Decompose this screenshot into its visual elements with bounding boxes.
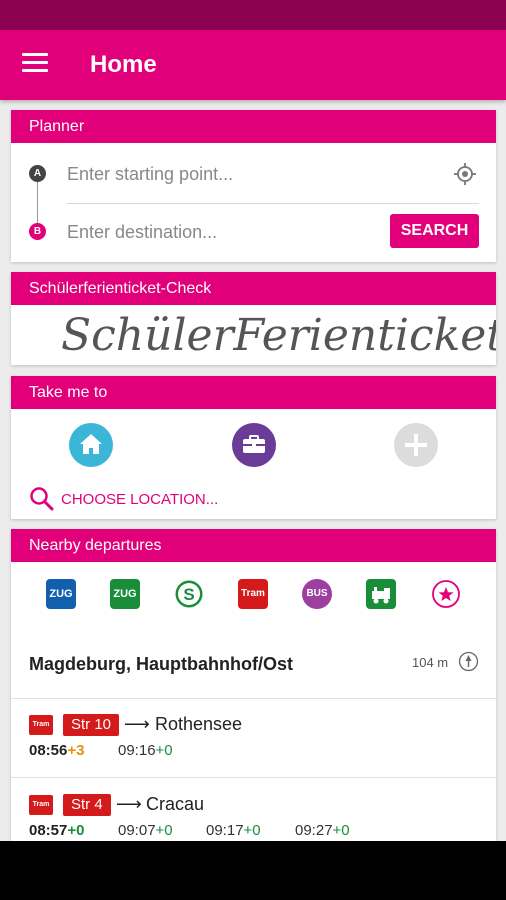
train-icon[interactable] [366, 579, 396, 609]
departure-time: 09:17+0 [206, 822, 261, 839]
marker-a-icon: A [29, 165, 46, 182]
departure-destination: Rothensee [155, 714, 243, 734]
nearby-departures-header: Nearby departures [11, 529, 496, 562]
navigation-bar [0, 841, 506, 900]
take-me-to-header: Take me to [11, 376, 496, 409]
schuelerferienticket-logo: SchülerFerienticket [61, 310, 496, 361]
nearby-departures-card: Nearby departures ZUG ZUG S Tram BUS Mag… [11, 529, 496, 841]
svg-text:S: S [183, 585, 194, 604]
line-badge: Str 4 [63, 794, 111, 816]
add-shortcut-button[interactable] [394, 423, 438, 467]
destination-input[interactable] [67, 218, 437, 246]
home-icon [80, 434, 102, 454]
divider [11, 777, 496, 778]
choose-location-label: CHOOSE LOCATION... [61, 491, 219, 508]
work-shortcut-button[interactable] [232, 423, 276, 467]
departure-row[interactable]: Tram Str 10 ⟶ Rothensee 08:56+3 09:16+0 [11, 699, 496, 777]
schuelerferienticket-header: Schülerferienticket-Check [11, 272, 496, 305]
planner-header: Planner [11, 110, 496, 143]
starting-point-input[interactable] [67, 160, 437, 188]
departure-arrow-icon: ⟶ [116, 794, 142, 814]
mode-tram-icon[interactable]: Tram [238, 579, 268, 609]
station-name[interactable]: Magdeburg, Hauptbahnhof/Ost [29, 654, 293, 675]
route-connector [37, 182, 38, 223]
briefcase-icon [243, 435, 265, 453]
status-bar [0, 0, 506, 30]
departure-arrow-icon: ⟶ [124, 714, 150, 734]
departure-row[interactable]: Tram Str 4 ⟶ Cracau 08:57+0 09:07+0 09:1… [11, 779, 496, 841]
departure-time: 08:56+3 [29, 742, 85, 759]
departure-time: 09:07+0 [118, 822, 173, 839]
planner-card: Planner A B SEARCH [11, 110, 496, 262]
marker-b-icon: B [29, 223, 46, 240]
page-title: Home [90, 51, 157, 78]
search-button[interactable]: SEARCH [390, 214, 479, 248]
mode-sbahn-icon[interactable]: S [174, 579, 204, 609]
station-distance: 104 m [412, 655, 449, 670]
tram-icon: Tram [29, 715, 53, 735]
search-icon [30, 487, 54, 511]
take-me-to-card: Take me to CHOOSE LOCATION... [11, 376, 496, 519]
schuelerferienticket-card[interactable]: Schülerferienticket-Check SchülerFerient… [11, 272, 496, 365]
star-icon[interactable] [431, 579, 461, 609]
app-bar: Home [0, 30, 506, 100]
direction-arrow-icon [458, 651, 479, 672]
input-divider [67, 203, 479, 204]
hamburger-menu-icon[interactable] [22, 53, 48, 75]
departure-time: 09:16+0 [118, 742, 173, 759]
mode-zug-regional-icon[interactable]: ZUG [46, 579, 76, 609]
tram-icon: Tram [29, 795, 53, 815]
my-location-icon[interactable] [453, 162, 477, 186]
plus-icon [405, 434, 427, 456]
mode-zug-local-icon[interactable]: ZUG [110, 579, 140, 609]
line-badge: Str 10 [63, 714, 120, 736]
departure-time: 08:57+0 [29, 822, 85, 839]
mode-bus-icon[interactable]: BUS [302, 579, 332, 609]
departure-time: 09:27+0 [295, 822, 350, 839]
home-shortcut-button[interactable] [69, 423, 113, 467]
departure-destination: Cracau [146, 794, 205, 814]
